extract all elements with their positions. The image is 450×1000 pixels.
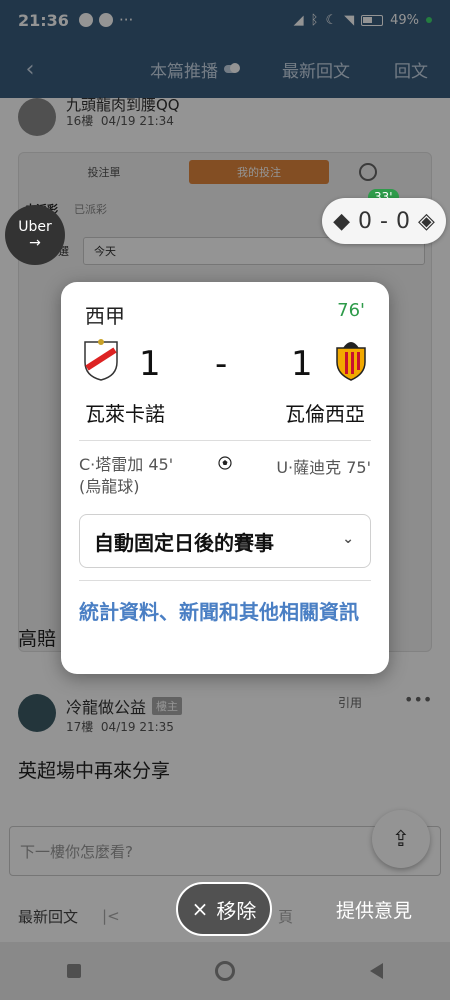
home-goal-info: C·塔雷加 45' (烏龍球) [79, 455, 174, 496]
score-dash: - [215, 344, 228, 384]
soccer-ball-icon [218, 456, 232, 470]
auto-follow-select[interactable]: 自動固定日後的賽事 ⌄ [79, 514, 371, 568]
feedback-button[interactable]: 提供意見 [336, 896, 412, 923]
divider [79, 440, 371, 441]
match-minute: 76' [337, 300, 365, 321]
score-bubble[interactable]: ◆ 0 - 0 ◈ [322, 198, 446, 244]
uber-chat-head[interactable]: Uber → [5, 205, 65, 265]
away-score: 1 [291, 344, 313, 384]
chevron-down-icon: ⌄ [342, 531, 354, 547]
match-card: 西甲 76' 1 - 1 瓦萊卡諾 瓦倫西亞 C·塔雷加 45' (烏龍球) U… [61, 282, 389, 674]
more-info-link[interactable]: 統計資料、新聞和其他相關資訊 [79, 596, 369, 628]
home-team-name: 瓦萊卡諾 [85, 402, 165, 426]
remove-button[interactable]: × 移除 [176, 882, 272, 936]
shield-icon: ◆ [333, 208, 351, 234]
home-score: 1 [139, 344, 161, 384]
away-goal-info: U·薩迪克 75' [276, 458, 371, 477]
valencia-crest-icon [336, 342, 366, 381]
arrow-right-icon: → [29, 235, 41, 251]
away-team-name: 瓦倫西亞 [285, 402, 365, 426]
crest-icon: ◈ [417, 208, 435, 234]
rayo-crest-icon [84, 339, 118, 381]
close-icon: × [191, 897, 209, 921]
divider [79, 580, 371, 581]
league-name: 西甲 [85, 304, 125, 328]
